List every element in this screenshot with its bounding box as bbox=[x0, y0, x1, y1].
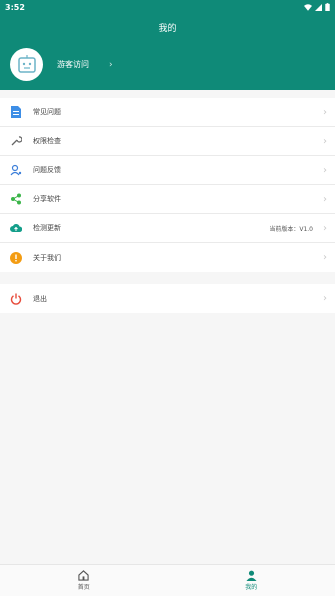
chevron-right-icon: › bbox=[323, 164, 327, 176]
wrench-icon bbox=[10, 135, 22, 147]
document-icon bbox=[10, 106, 22, 118]
menu-label: 常见问题 bbox=[33, 108, 61, 116]
menu-item-share[interactable]: 分享软件 › bbox=[0, 185, 335, 214]
logout-group: 退出 › bbox=[0, 284, 335, 313]
status-icons bbox=[304, 3, 330, 11]
chevron-right-icon: › bbox=[323, 193, 327, 205]
chevron-right-icon: › bbox=[323, 106, 327, 118]
power-icon bbox=[10, 293, 22, 305]
chevron-right-icon: › bbox=[323, 252, 327, 263]
menu-item-permission-check[interactable]: 权限检查 › bbox=[0, 127, 335, 156]
profile-header: 我的 游客访问 › bbox=[0, 14, 335, 90]
share-icon bbox=[10, 193, 22, 205]
nav-home[interactable]: 首页 bbox=[0, 565, 168, 596]
logout-button[interactable]: 退出 › bbox=[0, 284, 335, 313]
signal-icon bbox=[315, 3, 322, 11]
chevron-right-icon: › bbox=[323, 135, 327, 147]
menu-label: 权限检查 bbox=[33, 137, 61, 145]
menu-item-about-us[interactable]: 关于我们 › bbox=[0, 243, 335, 272]
info-icon bbox=[10, 251, 22, 264]
menu-label: 检测更新 bbox=[33, 224, 61, 232]
menu-label: 问题反馈 bbox=[33, 166, 61, 174]
avatar[interactable] bbox=[10, 48, 43, 81]
chevron-right-icon: › bbox=[323, 293, 327, 304]
menu-label: 关于我们 bbox=[33, 253, 61, 262]
status-bar: 3:52 bbox=[0, 0, 335, 14]
nav-label: 首页 bbox=[77, 584, 90, 591]
person-icon bbox=[246, 570, 257, 581]
battery-icon bbox=[325, 3, 330, 11]
menu-label: 分享软件 bbox=[33, 195, 61, 203]
home-icon bbox=[78, 570, 89, 581]
nav-label: 我的 bbox=[245, 584, 258, 591]
chevron-right-icon: › bbox=[323, 222, 327, 234]
nav-mine[interactable]: 我的 bbox=[168, 565, 335, 596]
profile-row[interactable]: 游客访问 › bbox=[10, 48, 113, 81]
settings-menu: 常见问题 › 权限检查 › 问题反馈 › 分享软件 › 检测更新 当前版本：V1… bbox=[0, 98, 335, 272]
page-title: 我的 bbox=[158, 24, 177, 34]
bottom-navigation: 首页 我的 bbox=[0, 564, 335, 596]
chevron-right-icon: › bbox=[109, 59, 113, 70]
cloud-upload-icon bbox=[10, 222, 22, 234]
status-time: 3:52 bbox=[5, 2, 25, 12]
menu-item-feedback[interactable]: 问题反馈 › bbox=[0, 156, 335, 185]
menu-item-faq[interactable]: 常见问题 › bbox=[0, 98, 335, 127]
profile-name[interactable]: 游客访问 bbox=[57, 59, 89, 70]
robot-avatar-icon bbox=[17, 54, 36, 73]
feedback-user-icon bbox=[10, 164, 22, 176]
wifi-icon bbox=[304, 3, 312, 11]
current-version: 当前版本：V1.0 bbox=[269, 225, 313, 233]
menu-item-check-update[interactable]: 检测更新 当前版本：V1.0 › bbox=[0, 214, 335, 243]
menu-label: 退出 bbox=[33, 294, 47, 303]
